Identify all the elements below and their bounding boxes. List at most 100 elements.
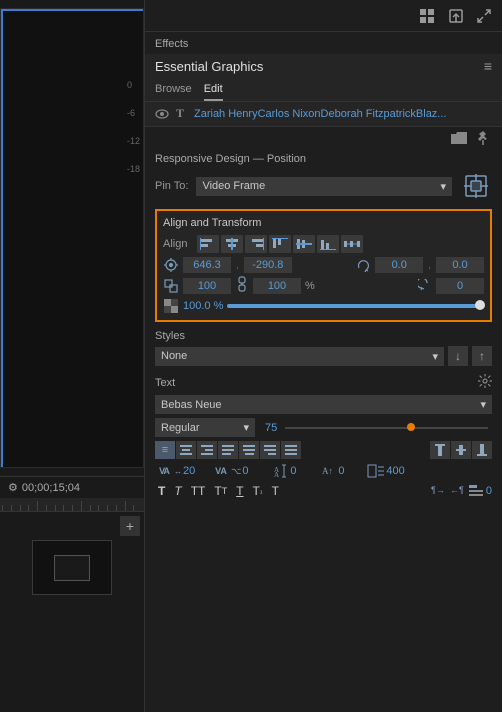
- rotation-val-field[interactable]: 0: [436, 278, 484, 294]
- kerning-item: VA ⌥ 0: [212, 463, 262, 479]
- text-align-justify-button[interactable]: [218, 441, 238, 459]
- scale-h-field[interactable]: 100: [253, 278, 301, 294]
- expand-icon[interactable]: [474, 6, 494, 26]
- font-size-slider[interactable]: [285, 427, 488, 429]
- tsumi-icon: [367, 463, 385, 479]
- align-bottom-button[interactable]: [317, 235, 339, 253]
- styles-dropdown[interactable]: None ▾: [155, 347, 444, 366]
- rotation-field[interactable]: 0.0: [375, 257, 423, 273]
- svg-text:←¶: ←¶: [450, 485, 464, 495]
- text-align-right-button[interactable]: [197, 441, 217, 459]
- font-style-dropdown[interactable]: Regular ▾: [155, 418, 255, 437]
- rotation2-field[interactable]: 0.0: [436, 257, 484, 273]
- mini-preview-box: [32, 540, 112, 595]
- bottom-preview: + 0 -6 -12 -18: [0, 512, 144, 712]
- baseline-value[interactable]: 0: [338, 465, 358, 477]
- folder-icon[interactable]: [450, 131, 468, 145]
- chain-link-icon[interactable]: [237, 276, 247, 295]
- pin-to-label: Pin To:: [155, 180, 188, 192]
- text-section-label: Text: [155, 377, 175, 389]
- pin-alignment-icon[interactable]: [460, 170, 492, 202]
- styles-down-button[interactable]: ↓: [448, 346, 468, 366]
- timecode-icon: ⚙: [8, 481, 18, 494]
- add-track-button[interactable]: +: [120, 516, 140, 536]
- all-caps-button[interactable]: TT: [188, 483, 209, 499]
- font-arrow: ▾: [480, 398, 486, 411]
- text-layer-type-icon: T: [175, 106, 188, 122]
- align-icons: [197, 235, 363, 253]
- italic-button[interactable]: T: [171, 483, 184, 499]
- align-right-button[interactable]: [245, 235, 267, 253]
- distribute-button[interactable]: [341, 235, 363, 253]
- scale-w-field[interactable]: 100: [183, 278, 231, 294]
- grid-icon[interactable]: [418, 6, 438, 26]
- export-icon[interactable]: [446, 6, 466, 26]
- panel-menu-icon[interactable]: ≡: [484, 58, 492, 74]
- level-minus12: -12: [127, 136, 140, 146]
- align-middle-v-button[interactable]: [293, 235, 315, 253]
- text-align-justify3-button[interactable]: [260, 441, 280, 459]
- svg-text:T: T: [176, 106, 184, 119]
- align-left-button[interactable]: [197, 235, 219, 253]
- svg-text:¶→: ¶→: [431, 485, 445, 495]
- opacity-value[interactable]: 100.0 %: [183, 300, 223, 312]
- tracking-value[interactable]: 20: [183, 465, 203, 477]
- text-align-center-button[interactable]: [176, 441, 196, 459]
- pin-row: Pin To: Video Frame ▾: [145, 167, 502, 205]
- indent-value[interactable]: 0: [486, 485, 492, 497]
- font-size-value[interactable]: 75: [265, 422, 277, 434]
- align-top-button[interactable]: [269, 235, 291, 253]
- tsumi-value[interactable]: 400: [386, 465, 406, 477]
- level-minus18: -18: [127, 164, 140, 174]
- text-direction-rtl-icon[interactable]: ←¶: [449, 482, 465, 499]
- text-align-justify-all-button[interactable]: [281, 441, 301, 459]
- small-caps-button[interactable]: TT: [211, 483, 230, 499]
- tsumi-item: 400: [367, 463, 406, 479]
- level-minus6: -6: [127, 108, 140, 118]
- position-y-field[interactable]: -290.8: [244, 257, 292, 273]
- superscript-button[interactable]: T: [269, 483, 282, 499]
- styles-up-button[interactable]: ↑: [472, 346, 492, 366]
- text-settings-icon[interactable]: [478, 374, 492, 391]
- pin-to-dropdown[interactable]: Video Frame ▾: [196, 177, 452, 196]
- font-dropdown[interactable]: Bebas Neue ▾: [155, 395, 492, 414]
- underline-button[interactable]: T: [233, 483, 246, 499]
- baseline-icon: A↑: [319, 463, 337, 479]
- text-align-left-button[interactable]: ≡: [155, 441, 175, 459]
- font-row: Bebas Neue ▾: [155, 395, 492, 414]
- position-separator: ,: [235, 260, 240, 271]
- subscript-button[interactable]: T₁: [250, 483, 266, 499]
- kerning-value[interactable]: 0: [242, 465, 262, 477]
- font-name: Bebas Neue: [161, 399, 222, 411]
- styles-section: Styles None ▾ ↓ ↑: [145, 326, 502, 370]
- style-arrow: ▾: [243, 421, 249, 434]
- rotation-arrow-icon: [416, 278, 432, 294]
- text-valign-bottom-button[interactable]: [472, 441, 492, 459]
- opacity-slider[interactable]: [227, 304, 484, 308]
- text-valign-middle-button[interactable]: [451, 441, 471, 459]
- opacity-row: 100.0 %: [163, 298, 484, 314]
- visibility-icon[interactable]: [155, 107, 169, 122]
- timeline-ruler: [0, 498, 144, 512]
- pin-icon[interactable]: [474, 131, 492, 145]
- bold-button[interactable]: T: [155, 483, 168, 499]
- text-section: Text Bebas Neue ▾ Regular ▾ 75: [145, 370, 502, 506]
- top-toolbar: [145, 0, 502, 32]
- pin-to-value: Video Frame: [202, 180, 265, 192]
- tab-edit[interactable]: Edit: [204, 78, 223, 101]
- tracking-sub: ↔: [174, 467, 182, 476]
- baseline-item: A↑ 0: [319, 463, 358, 479]
- align-transform-title: Align and Transform: [163, 217, 484, 229]
- opacity-handle: [475, 300, 485, 310]
- text-align-justify2-button[interactable]: [239, 441, 259, 459]
- position-x-field[interactable]: 646.3: [183, 257, 231, 273]
- leading-value[interactable]: 0: [290, 465, 310, 477]
- text-valign-top-button[interactable]: [430, 441, 450, 459]
- text-direction-ltr-icon[interactable]: ¶→: [430, 482, 446, 499]
- tab-browse[interactable]: Browse: [155, 78, 192, 101]
- position-row: 646.3 , -290.8 0.0 , 0.0: [163, 257, 484, 273]
- align-center-h-button[interactable]: [221, 235, 243, 253]
- scale-row: 100 100 % 0: [163, 276, 484, 295]
- text-layer-content[interactable]: Zariah HenryCarlos NixonDeborah Fitzpatr…: [194, 108, 492, 120]
- styles-label: Styles: [155, 330, 492, 342]
